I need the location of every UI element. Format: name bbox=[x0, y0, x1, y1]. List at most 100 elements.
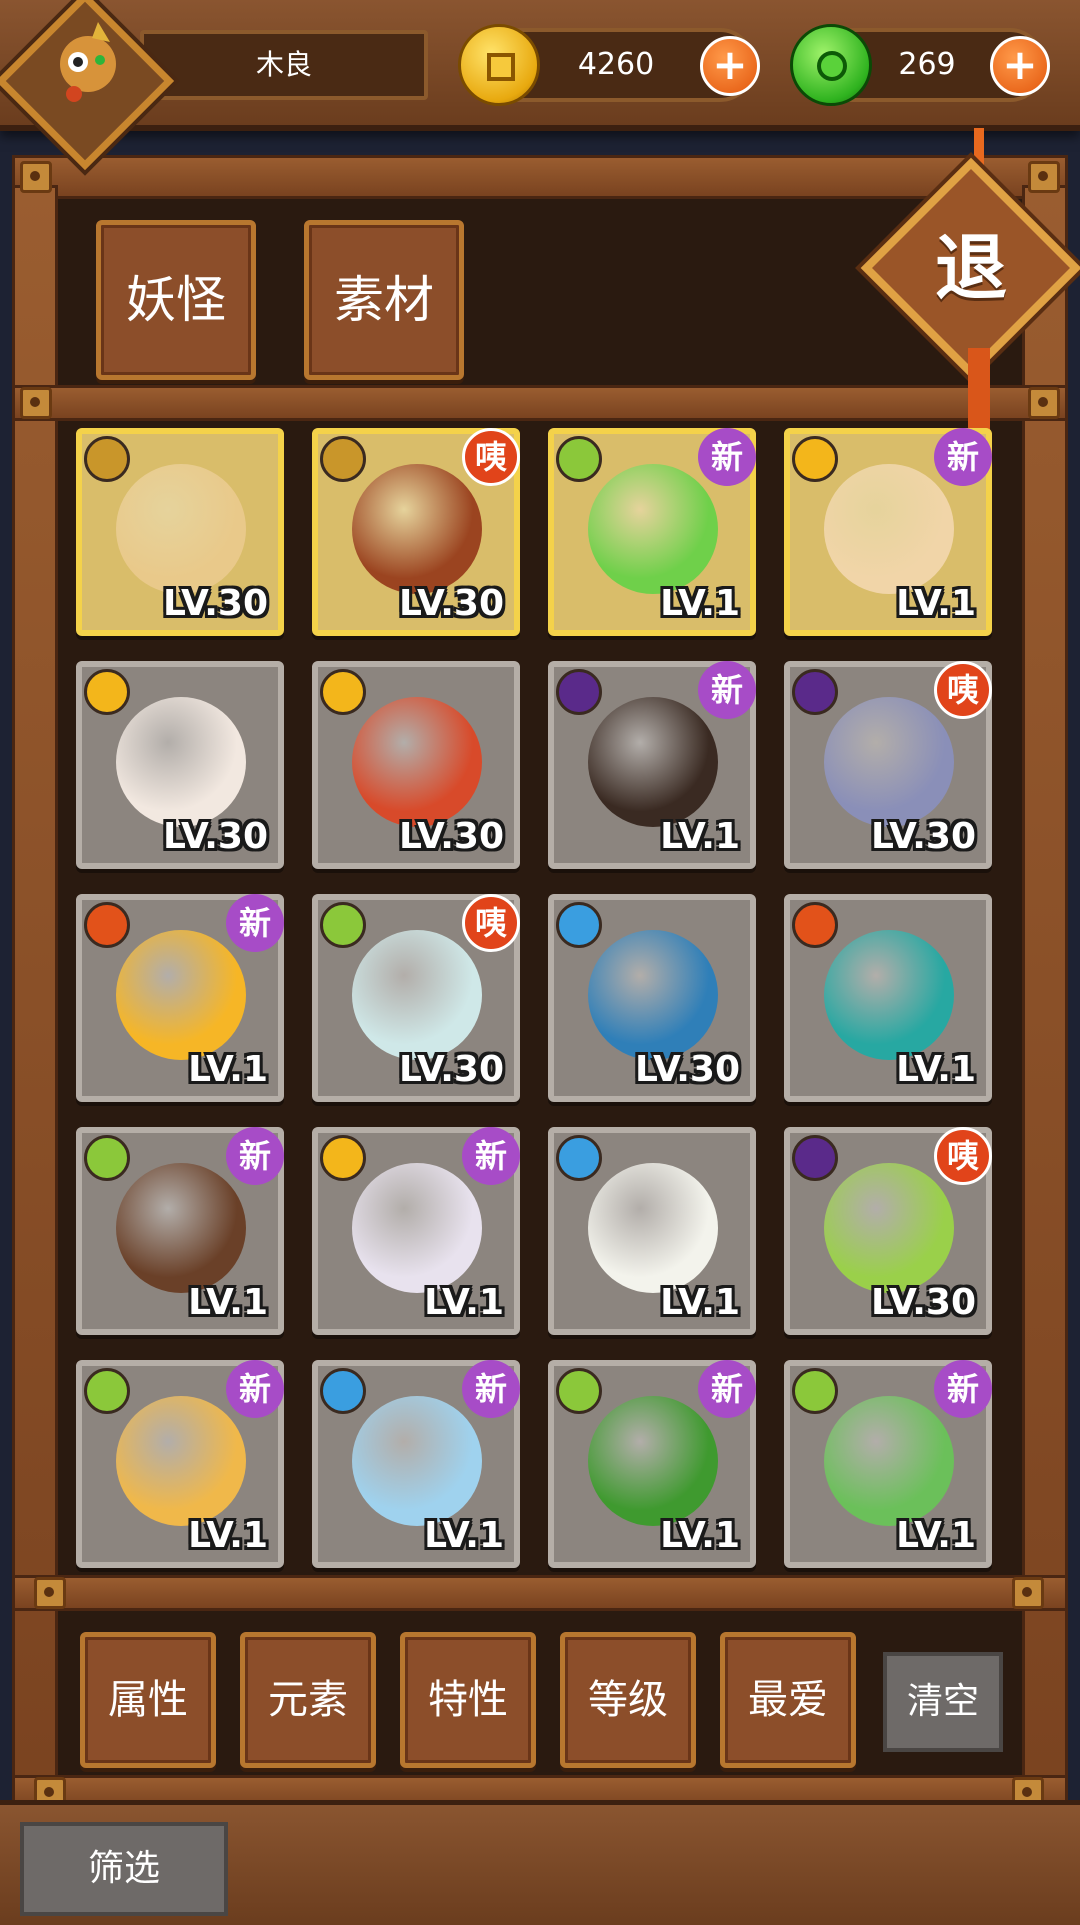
water-element-icon bbox=[556, 902, 602, 948]
new-badge: 新 bbox=[698, 1360, 756, 1418]
water-element-icon bbox=[320, 1368, 366, 1414]
alert-badge: 咦 bbox=[462, 894, 520, 952]
monster-card[interactable]: 新 LV.1 bbox=[312, 1360, 520, 1568]
monster-level: LV.30 bbox=[635, 1049, 740, 1090]
monster-portrait bbox=[824, 464, 954, 594]
monster-card[interactable]: 新 LV.1 bbox=[548, 661, 756, 869]
monster-portrait bbox=[824, 697, 954, 827]
shelf-post bbox=[1022, 185, 1068, 1811]
screen-button[interactable]: 筛选 bbox=[20, 1822, 228, 1916]
filter-attribute-button[interactable]: 属性 bbox=[80, 1632, 216, 1768]
shelf-post bbox=[12, 185, 58, 1811]
light-element-icon bbox=[320, 1135, 366, 1181]
monster-portrait bbox=[116, 697, 246, 827]
new-badge: 新 bbox=[934, 1360, 992, 1418]
monster-card[interactable]: LV.30 bbox=[312, 661, 520, 869]
alert-badge: 咦 bbox=[934, 661, 992, 719]
alert-badge: 咦 bbox=[934, 1127, 992, 1185]
monster-card[interactable]: LV.30 bbox=[76, 428, 284, 636]
monster-portrait bbox=[352, 930, 482, 1060]
monster-level: LV.30 bbox=[871, 816, 976, 857]
new-badge: 新 bbox=[934, 428, 992, 486]
wood-element-icon bbox=[84, 1135, 130, 1181]
monster-card[interactable]: 咦 LV.30 bbox=[784, 1127, 992, 1335]
green-jade-icon bbox=[790, 24, 872, 106]
monster-portrait bbox=[588, 1163, 718, 1293]
bolt-icon bbox=[20, 161, 52, 193]
monster-portrait bbox=[116, 1163, 246, 1293]
monster-portrait bbox=[352, 464, 482, 594]
filter-level-button[interactable]: 等级 bbox=[560, 1632, 696, 1768]
shelf-rail bbox=[12, 385, 1068, 421]
monster-card[interactable]: 新 LV.1 bbox=[784, 428, 992, 636]
monster-grid: LV.30 咦 LV.30 新 LV.1 新 LV.1 LV.30 LV.30 新 LV.1 咦 LV.… bbox=[76, 428, 1002, 1568]
monster-portrait bbox=[116, 464, 246, 594]
monster-card[interactable]: 新 LV.1 bbox=[548, 428, 756, 636]
filter-trait-button[interactable]: 特性 bbox=[400, 1632, 536, 1768]
monster-card[interactable]: 咦 LV.30 bbox=[312, 894, 520, 1102]
monster-level: LV.30 bbox=[871, 1282, 976, 1323]
new-badge: 新 bbox=[226, 1127, 284, 1185]
avatar[interactable] bbox=[48, 14, 128, 114]
monster-level: LV.1 bbox=[188, 1515, 268, 1556]
monster-card[interactable]: 新 LV.1 bbox=[76, 1127, 284, 1335]
shelf-rail bbox=[12, 1575, 1068, 1611]
monster-level: LV.1 bbox=[188, 1282, 268, 1323]
monster-portrait bbox=[824, 1163, 954, 1293]
dark-element-icon bbox=[792, 1135, 838, 1181]
light-element-icon bbox=[84, 669, 130, 715]
tab-materials[interactable]: 素材 bbox=[304, 220, 464, 380]
fire-element-icon bbox=[84, 902, 130, 948]
monster-card[interactable]: LV.1 bbox=[548, 1127, 756, 1335]
filter-element-button[interactable]: 元素 bbox=[240, 1632, 376, 1768]
clear-filter-button[interactable]: 清空 bbox=[883, 1652, 1003, 1752]
add-jade-button[interactable]: + bbox=[990, 36, 1050, 96]
water-element-icon bbox=[556, 1135, 602, 1181]
monster-level: LV.1 bbox=[424, 1282, 504, 1323]
gold-currency: 4260 + bbox=[458, 24, 760, 106]
top-bar: 木良 4260 + 269 + bbox=[0, 0, 1080, 171]
bolt-icon bbox=[20, 387, 52, 419]
monster-portrait bbox=[116, 930, 246, 1060]
monster-portrait bbox=[588, 1396, 718, 1526]
monster-card[interactable]: 新 LV.1 bbox=[76, 1360, 284, 1568]
monster-card[interactable]: LV.1 bbox=[784, 894, 992, 1102]
new-badge: 新 bbox=[698, 661, 756, 719]
monster-card[interactable]: 新 LV.1 bbox=[784, 1360, 992, 1568]
jade-currency: 269 + bbox=[790, 24, 1050, 106]
add-gold-button[interactable]: + bbox=[700, 36, 760, 96]
gold-coin-icon bbox=[458, 24, 540, 106]
monster-card[interactable]: 新 LV.1 bbox=[548, 1360, 756, 1568]
monster-level: LV.30 bbox=[399, 816, 504, 857]
monster-level: LV.1 bbox=[188, 1049, 268, 1090]
bolt-icon bbox=[1012, 1577, 1044, 1609]
monster-card[interactable]: LV.30 bbox=[548, 894, 756, 1102]
light-element-icon bbox=[320, 669, 366, 715]
jade-amount: 269 bbox=[898, 47, 956, 82]
tab-monsters[interactable]: 妖怪 bbox=[96, 220, 256, 380]
monster-card[interactable]: LV.30 bbox=[76, 661, 284, 869]
monster-card[interactable]: 咦 LV.30 bbox=[312, 428, 520, 636]
monster-level: LV.30 bbox=[163, 816, 268, 857]
monster-card[interactable]: 新 LV.1 bbox=[76, 894, 284, 1102]
bolt-icon bbox=[1028, 387, 1060, 419]
monster-card[interactable]: 咦 LV.30 bbox=[784, 661, 992, 869]
monster-level: LV.30 bbox=[163, 583, 268, 624]
monster-portrait bbox=[352, 1396, 482, 1526]
tassel-icon bbox=[968, 348, 990, 438]
filter-favorite-button[interactable]: 最爱 bbox=[720, 1632, 856, 1768]
monster-portrait bbox=[116, 1396, 246, 1526]
wood-element-icon bbox=[792, 1368, 838, 1414]
new-badge: 新 bbox=[462, 1360, 520, 1418]
new-badge: 新 bbox=[698, 428, 756, 486]
dark-element-icon bbox=[556, 669, 602, 715]
monster-level: LV.30 bbox=[399, 583, 504, 624]
monster-level: LV.1 bbox=[896, 1049, 976, 1090]
monster-level: LV.1 bbox=[660, 583, 740, 624]
monster-level: LV.1 bbox=[424, 1515, 504, 1556]
monster-level: LV.1 bbox=[660, 1282, 740, 1323]
exit-label[interactable]: 退 bbox=[893, 190, 1049, 346]
monster-card[interactable]: 新 LV.1 bbox=[312, 1127, 520, 1335]
player-name: 木良 bbox=[140, 30, 428, 100]
monster-portrait bbox=[588, 464, 718, 594]
